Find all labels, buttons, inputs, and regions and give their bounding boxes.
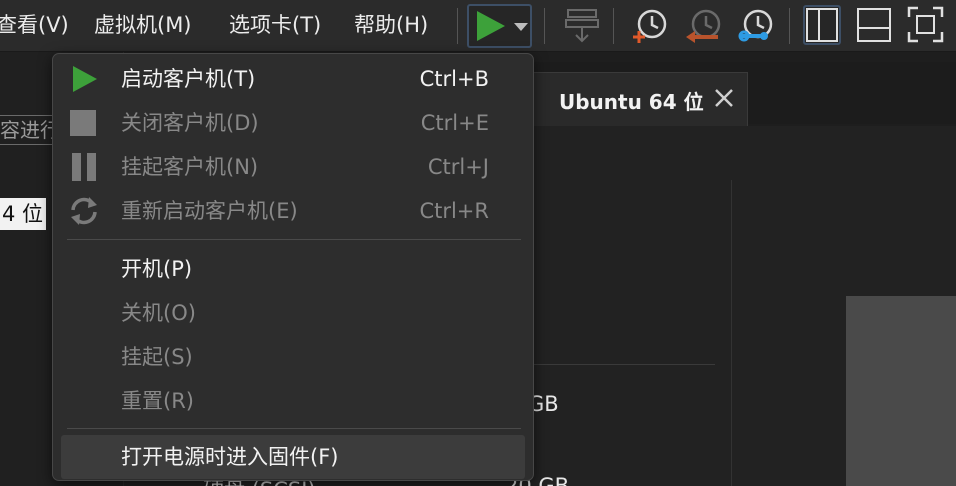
vm-preview-thumbnail[interactable] bbox=[846, 296, 956, 486]
menu-item-restart-guest[interactable]: 重新启动客户机(E) Ctrl+R bbox=[53, 189, 533, 233]
menu-item-power-off[interactable]: 关机(O) bbox=[53, 291, 533, 335]
menu-item-label: 关机(O) bbox=[121, 301, 196, 325]
library-layout-button[interactable] bbox=[803, 5, 841, 45]
menu-item-label: 挂起(S) bbox=[121, 345, 193, 369]
library-item-selected[interactable]: 4 位 bbox=[0, 198, 46, 230]
menu-item-shortcut: Ctrl+B bbox=[419, 67, 489, 91]
menu-item-label: 打开电源时进入固件(F) bbox=[121, 445, 339, 469]
menu-item-reset[interactable]: 重置(R) bbox=[53, 379, 533, 423]
menu-item-suspend[interactable]: 挂起(S) bbox=[53, 335, 533, 379]
menu-item-label: 开机(P) bbox=[121, 257, 193, 281]
menu-vm[interactable]: 虚拟机(M) bbox=[94, 10, 192, 40]
menu-item-label: 挂起客户机(N) bbox=[121, 155, 259, 179]
menu-separator bbox=[67, 239, 521, 240]
stop-icon bbox=[70, 110, 96, 136]
toolbar-separator bbox=[544, 8, 545, 44]
menu-separator bbox=[67, 428, 521, 429]
menu-tabs[interactable]: 选项卡(T) bbox=[229, 10, 321, 40]
menu-item-shortcut: Ctrl+R bbox=[419, 199, 489, 223]
tab-title: Ubuntu 64 位 bbox=[559, 90, 704, 114]
toolbar-separator bbox=[457, 8, 458, 44]
play-icon bbox=[73, 66, 97, 92]
toolbar-separator bbox=[789, 8, 790, 44]
console-layout-icon bbox=[857, 8, 891, 42]
power-menu: 启动客户机(T) Ctrl+B 关闭客户机(D) Ctrl+E 挂起客户机(N)… bbox=[52, 53, 534, 481]
menu-item-label: 关闭客户机(D) bbox=[121, 111, 259, 135]
menu-item-start-guest[interactable]: 启动客户机(T) Ctrl+B bbox=[53, 57, 533, 101]
menu-item-power-on[interactable]: 开机(P) bbox=[53, 247, 533, 291]
panel-divider bbox=[731, 180, 732, 486]
library-search-input[interactable]: 容进行 bbox=[0, 115, 54, 145]
menu-item-label: 重置(R) bbox=[121, 389, 194, 413]
pause-icon bbox=[72, 153, 96, 181]
menu-view[interactable]: 查看(V) bbox=[0, 10, 69, 40]
toolbar-separator bbox=[613, 8, 614, 44]
dropdown-arrow-icon[interactable] bbox=[514, 22, 528, 32]
menu-item-shutdown-guest[interactable]: 关闭客户机(D) Ctrl+E bbox=[53, 101, 533, 145]
menu-item-shortcut: Ctrl+J bbox=[427, 155, 489, 179]
menubar: 查看(V) 虚拟机(M) 选项卡(T) 帮助(H) bbox=[0, 0, 956, 52]
menu-item-label: 启动客户机(T) bbox=[121, 67, 256, 91]
fullscreen-icon bbox=[907, 6, 944, 43]
snapshot-revert-icon[interactable] bbox=[684, 4, 724, 48]
library-layout-icon bbox=[806, 8, 838, 42]
power-button[interactable] bbox=[467, 4, 532, 48]
menu-item-suspend-guest[interactable]: 挂起客户机(N) Ctrl+J bbox=[53, 145, 533, 189]
menu-help[interactable]: 帮助(H) bbox=[354, 10, 428, 40]
play-icon bbox=[477, 11, 505, 41]
menu-item-shortcut: Ctrl+E bbox=[420, 111, 489, 135]
console-layout-button[interactable] bbox=[856, 5, 894, 45]
send-ctrl-alt-del-icon[interactable] bbox=[564, 4, 600, 48]
menu-item-power-on-to-firmware[interactable]: 打开电源时进入固件(F) bbox=[61, 435, 525, 479]
snapshot-manager-icon[interactable] bbox=[736, 4, 776, 48]
close-icon[interactable] bbox=[712, 86, 736, 110]
snapshot-take-icon[interactable] bbox=[630, 4, 670, 48]
fullscreen-button[interactable] bbox=[906, 5, 944, 45]
menu-item-label: 重新启动客户机(E) bbox=[121, 199, 298, 223]
section-divider bbox=[530, 364, 715, 365]
restart-icon bbox=[71, 197, 97, 225]
